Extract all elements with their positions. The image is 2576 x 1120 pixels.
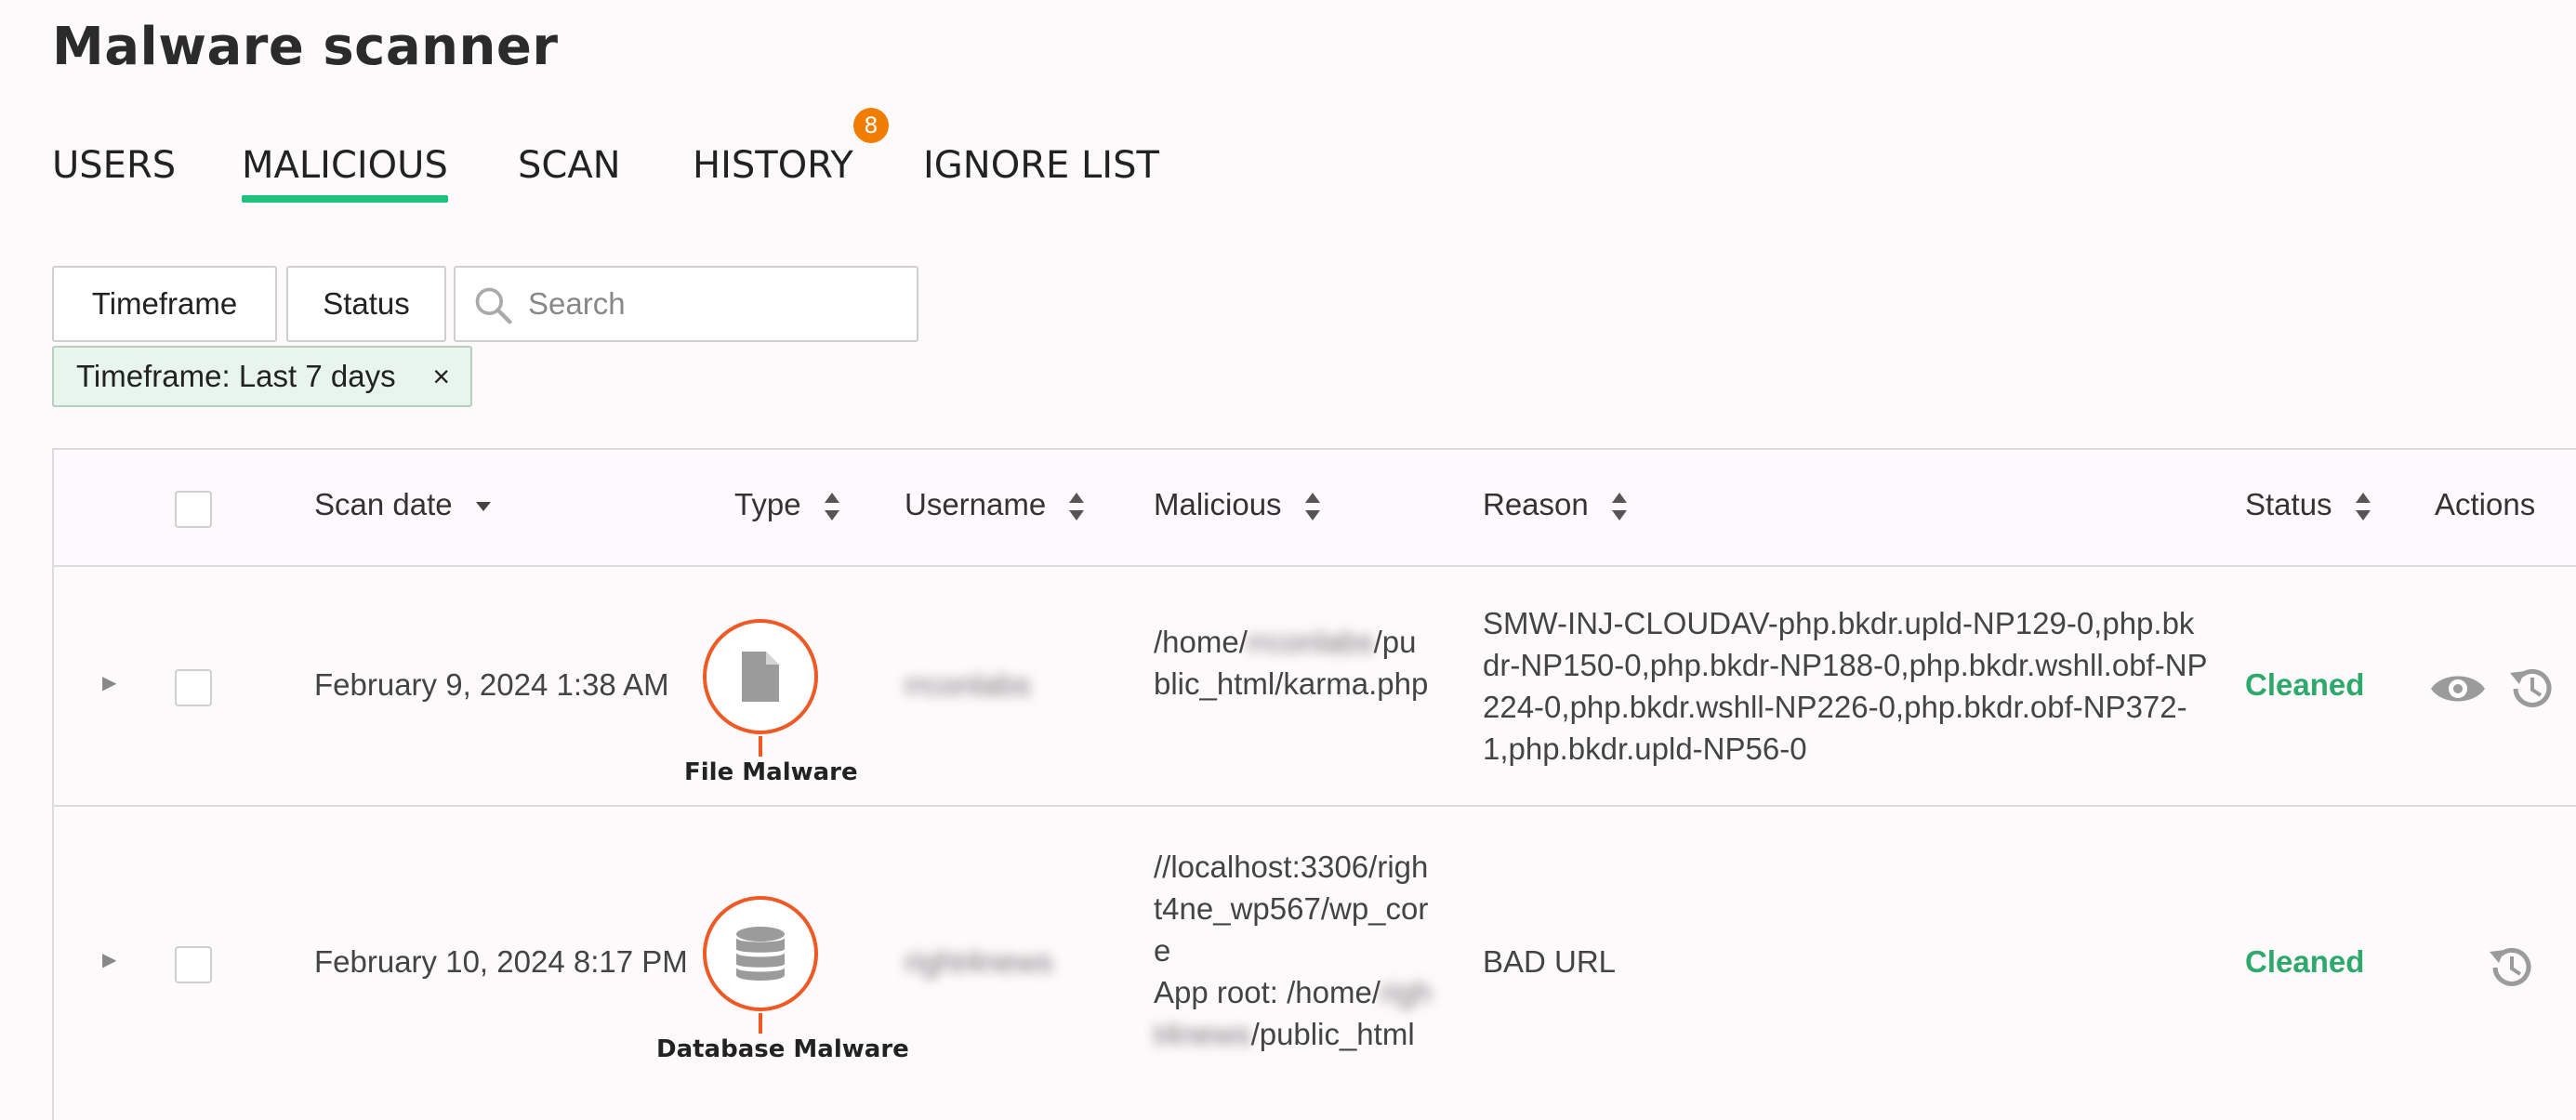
table-header: Scan date Type Username Malicious Reason… [54,450,2576,567]
column-reason[interactable]: Reason [1483,487,1629,522]
sort-icon [824,493,839,521]
file-malware-badge [703,619,818,734]
reason: BAD URL [1483,944,1617,979]
status-badge: Cleaned [2245,944,2365,979]
scan-date: February 9, 2024 1:38 AM [314,667,669,702]
database-icon [736,927,785,981]
malware-table: Scan date Type Username Malicious Reason… [52,448,2576,1120]
column-type[interactable]: Type [734,487,841,522]
expand-row-icon[interactable]: ▶ [102,948,116,970]
tab-ignore-list[interactable]: IGNORE LIST [923,138,1159,203]
sort-icon [2355,493,2371,521]
row-checkbox[interactable] [175,946,212,983]
scan-date: February 10, 2024 8:17 PM [314,944,688,979]
malicious-path: /home/rrconlabs/public_html/karma.php [1154,625,1429,701]
sort-icon [1069,493,1085,521]
status-filter-button[interactable]: Status [286,266,446,342]
sort-desc-icon [475,502,491,512]
username: rrconlabs [905,667,1031,702]
column-actions: Actions [2435,487,2536,521]
blurred-username: rrconlabs [1247,625,1374,659]
select-all-checkbox[interactable] [175,491,212,528]
tab-malicious[interactable]: MALICIOUS [242,138,448,203]
type-label: Database Malware [656,1035,909,1063]
timeframe-filter-button[interactable]: Timeframe [52,266,277,342]
tab-history[interactable]: HISTORY 8 [693,108,889,203]
chip-value: Last 7 days [238,359,396,393]
tab-scan[interactable]: SCAN [518,138,621,203]
history-count-badge: 8 [852,108,889,143]
username: right4news [905,944,1053,979]
column-scan-date[interactable]: Scan date [314,487,493,522]
malicious-path: //localhost:3306/right4ne_wp567/wp_core … [1154,850,1433,1051]
sort-icon [1304,493,1320,521]
eye-icon[interactable] [2429,669,2487,708]
database-malware-badge [703,896,818,1011]
type-stem [759,1013,762,1034]
column-malicious[interactable]: Malicious [1154,487,1322,522]
type-label: File Malware [684,758,858,786]
chip-key: Timeframe: [76,359,231,393]
restore-history-icon[interactable] [2486,942,2536,993]
sort-icon [1611,493,1627,521]
search-input[interactable] [528,281,900,327]
restore-history-icon[interactable] [2506,664,2556,714]
search-icon [475,287,512,324]
search-box [454,266,918,342]
reason: SMW-INJ-CLOUDAV-php.bkdr.upld-NP129-0,ph… [1483,606,2208,766]
column-status[interactable]: Status [2245,487,2372,522]
status-badge: Cleaned [2245,667,2365,702]
table-row: ▶ February 10, 2024 8:17 PM Database Mal… [54,807,2576,1120]
table-row: ▶ February 9, 2024 1:38 AM File Malware … [54,567,2576,807]
chip-remove-icon[interactable]: × [432,348,450,405]
row-checkbox[interactable] [175,669,212,706]
column-username[interactable]: Username [905,487,1086,522]
tab-users[interactable]: USERS [52,138,176,203]
type-stem [759,736,762,757]
expand-row-icon[interactable]: ▶ [102,671,116,693]
active-filter-chip: Timeframe: Last 7 days × [52,346,472,407]
page-title: Malware scanner [52,17,559,77]
file-icon [742,652,779,702]
